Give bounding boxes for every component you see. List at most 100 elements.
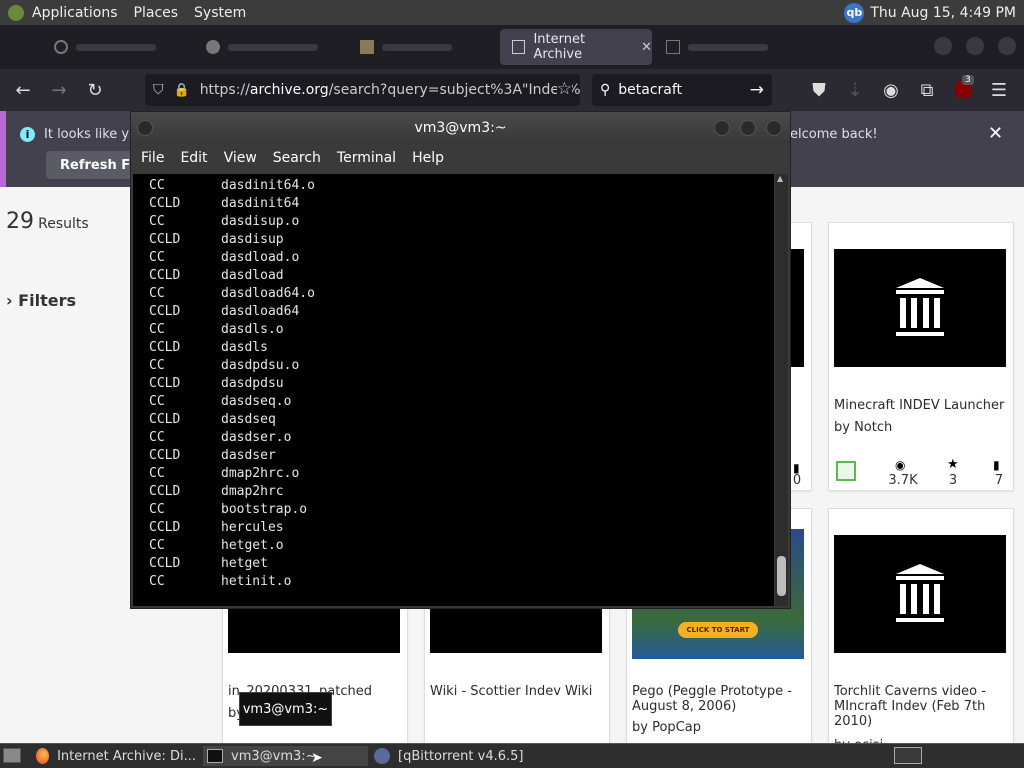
shield-icon[interactable]: ⛉ xyxy=(153,82,164,98)
results-count: 29 Results xyxy=(6,209,89,234)
terminal-line-target: hercules xyxy=(221,520,284,535)
terminal-line: CC dasdls.o xyxy=(149,321,284,339)
taskbar-item-firefox[interactable]: Internet Archive: Di... xyxy=(36,746,196,766)
terminal-icon xyxy=(207,749,223,763)
terminal-line-command: CC xyxy=(149,214,165,229)
terminal-line-target: dasdseq.o xyxy=(221,394,292,409)
views-eye-icon: ◉ xyxy=(895,458,906,472)
terminal-line-command: CC xyxy=(149,286,165,301)
pocket-icon[interactable]: ⛊ xyxy=(806,77,832,103)
terminal-maximize-icon[interactable] xyxy=(740,120,756,136)
terminal-line-target: bootstrap.o xyxy=(221,502,308,517)
taskbar-item-label: [qBittorrent v4.6.5] xyxy=(398,748,524,764)
terminal-scrollbar[interactable]: ▲ xyxy=(775,174,788,606)
tooltip-text: vm3@vm3:~ xyxy=(242,701,329,717)
back-arrow-icon[interactable]: ← xyxy=(10,77,36,103)
terminal-line: CC dasdser.o xyxy=(149,429,291,447)
reload-icon[interactable]: ↻ xyxy=(82,77,108,103)
terminal-menu-edit[interactable]: Edit xyxy=(180,150,207,166)
terminal-menu-view[interactable]: View xyxy=(224,150,257,166)
extensions-icon[interactable]: ⧉ xyxy=(914,77,940,103)
terminal-line-command: CCLD xyxy=(149,268,181,283)
terminal-window[interactable]: vm3@vm3:~ File Edit View Search Terminal… xyxy=(131,112,790,608)
firefox-navbar: ← → ↻ ⛉ 🔒 https://archive.org/search?que… xyxy=(0,69,1024,111)
tab-blurred-1[interactable] xyxy=(54,31,156,63)
terminal-line-command: CC xyxy=(149,574,165,589)
card-title[interactable]: Pego (Peggle Prototype - August 8, 2006) xyxy=(632,684,806,714)
search-go-arrow-icon[interactable]: → xyxy=(750,80,764,100)
terminal-line-target: dasdls.o xyxy=(221,322,284,337)
favorites-count: 3 xyxy=(948,473,958,488)
tab-close-icon[interactable]: ✕ xyxy=(641,40,652,55)
terminal-line-target: dasdload64 xyxy=(221,304,300,319)
terminal-line-target: dasdinit64.o xyxy=(221,178,315,193)
account-icon[interactable]: ◉ xyxy=(878,77,904,103)
tab-title-blurred xyxy=(382,43,452,51)
terminal-line-target: dasdpdsu.o xyxy=(221,358,300,373)
search-icon: ⚲ xyxy=(600,82,611,98)
tab-blurred-2[interactable] xyxy=(206,31,318,63)
terminal-menu-search[interactable]: Search xyxy=(273,150,321,166)
clock[interactable]: Thu Aug 15, 4:49 PM xyxy=(870,5,1016,21)
tab-internet-archive[interactable]: Internet Archive ✕ xyxy=(500,29,652,65)
terminal-output[interactable]: CC dasdinit64.o CCLD dasdinit64 CC dasdisup.o… xyxy=(133,174,774,606)
downloads-icon[interactable]: ⇣ xyxy=(842,77,868,103)
taskbar-item-terminal[interactable]: vm3@vm3:~ xyxy=(203,746,368,766)
archive-logo-icon xyxy=(896,564,944,622)
notification-close-icon[interactable]: ✕ xyxy=(988,123,1003,144)
terminal-line-command: CCLD xyxy=(149,304,181,319)
window-close-icon[interactable] xyxy=(998,37,1016,55)
workspace-switcher-icon[interactable] xyxy=(894,747,922,764)
terminal-line: CC bootstrap.o xyxy=(149,501,307,519)
applications-menu[interactable]: Applications xyxy=(32,5,118,21)
system-menu[interactable]: System xyxy=(194,5,246,21)
scroll-up-arrow-icon[interactable]: ▲ xyxy=(777,174,783,183)
result-card-minecraft-indev-launcher[interactable]: Minecraft INDEV Launcher by Notch ◉ 3.7K… xyxy=(828,222,1014,491)
firefox-icon xyxy=(36,748,50,764)
filters-toggle[interactable]: › Filters xyxy=(6,291,76,310)
terminal-close-icon[interactable] xyxy=(766,120,782,136)
terminal-line-command: CCLD xyxy=(149,232,181,247)
terminal-line: CCLD dasdser xyxy=(149,447,276,465)
terminal-line: CCLD dasdisup xyxy=(149,231,284,249)
forward-arrow-icon[interactable]: → xyxy=(46,77,72,103)
url-bar[interactable]: ⛉ 🔒 https://archive.org/search?query=sub… xyxy=(145,74,580,106)
terminal-titlebar[interactable]: vm3@vm3:~ xyxy=(131,112,790,144)
window-maximize-icon[interactable] xyxy=(966,37,984,55)
results-label: Results xyxy=(38,216,89,232)
terminal-line: CCLD hetget xyxy=(149,555,268,573)
tab-blurred-4[interactable] xyxy=(666,31,768,63)
card-title[interactable]: Minecraft INDEV Launcher xyxy=(834,398,1008,413)
terminal-scrollbar-thumb[interactable] xyxy=(777,556,786,596)
places-menu[interactable]: Places xyxy=(134,5,179,21)
terminal-line: CC dasdisup.o xyxy=(149,213,299,231)
terminal-menu-terminal[interactable]: Terminal xyxy=(337,150,396,166)
window-minimize-icon[interactable] xyxy=(934,37,952,55)
taskbar-item-qbittorrent[interactable]: [qBittorrent v4.6.5] xyxy=(374,746,544,766)
terminal-line: CCLD dasdls xyxy=(149,339,268,357)
bottom-taskbar: Internet Archive: Di... vm3@vm3:~ [qBitt… xyxy=(0,743,1024,768)
show-desktop-icon[interactable] xyxy=(3,748,21,763)
search-bar[interactable]: ⚲ betacraft → xyxy=(592,74,772,106)
bookmark-star-icon[interactable]: ☆ xyxy=(556,79,572,99)
terminal-minimize-icon[interactable] xyxy=(714,120,730,136)
card-title[interactable]: Wiki - Scottier Indev Wiki xyxy=(430,684,604,699)
refresh-firefox-button[interactable]: Refresh Firefox xyxy=(46,151,144,179)
card-title[interactable]: Torchlit Caverns video - MIncraft Indev … xyxy=(834,684,1008,729)
terminal-menu-help[interactable]: Help xyxy=(412,150,444,166)
qbittorrent-tray-icon[interactable]: qb xyxy=(844,2,865,23)
terminal-menu-icon[interactable] xyxy=(137,120,153,136)
terminal-line-target: dasdseq xyxy=(221,412,276,427)
terminal-line-command: CC xyxy=(149,322,165,337)
url-host: archive.org xyxy=(249,82,329,98)
result-card-torchlit-caverns[interactable]: Torchlit Caverns video - MIncraft Indev … xyxy=(828,508,1014,750)
tab-blurred-3[interactable] xyxy=(360,31,452,63)
filters-label: Filters xyxy=(18,291,76,310)
gnome-menu-icon[interactable] xyxy=(8,4,24,21)
terminal-menu-file[interactable]: File xyxy=(141,150,164,166)
ublock-badge: 3 xyxy=(962,75,974,85)
hamburger-menu-icon[interactable]: ☰ xyxy=(986,77,1012,103)
terminal-line-target: dasdser.o xyxy=(221,430,292,445)
lock-icon[interactable]: 🔒 xyxy=(174,83,190,98)
terminal-line-command: CCLD xyxy=(149,196,181,211)
